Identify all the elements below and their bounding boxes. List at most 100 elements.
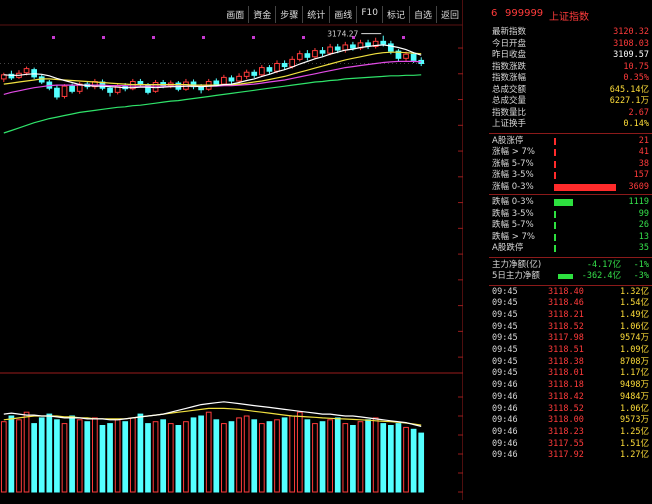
trade-time: 09:45 xyxy=(492,333,518,344)
flow-row-0: 主力净额(亿) -1% -4.17亿 xyxy=(492,260,649,271)
volume-bar xyxy=(46,413,53,493)
volume-bar xyxy=(76,419,83,493)
quote-row-2-value: 3109.57 xyxy=(613,50,649,60)
trade-row: 09:46 3118.23 1.25亿 xyxy=(492,427,649,438)
trade-time: 09:45 xyxy=(492,286,518,297)
quote-row-6-label: 总成交量 xyxy=(492,96,527,106)
trade-volume: 9484万 xyxy=(620,391,649,402)
trade-volume: 8708万 xyxy=(620,356,649,367)
marker-dot xyxy=(152,36,155,39)
volume-bar xyxy=(23,411,30,493)
candle-body xyxy=(281,62,288,68)
trade-price: 3117.92 xyxy=(548,450,584,461)
breadth-bar xyxy=(554,183,616,191)
divider xyxy=(489,194,652,195)
chart-canvas[interactable]: 3150310030503000295029002850280027502700… xyxy=(0,0,488,500)
quote-row-7-label: 指数量比 xyxy=(492,107,527,118)
kline-chart[interactable]: 3150310030503000295029002850280027502700… xyxy=(0,0,488,500)
toolbar-button-1[interactable]: 資金 xyxy=(248,6,275,23)
trade-row: 09:45 3118.38 8708万 xyxy=(492,357,649,368)
breadth-bar xyxy=(554,172,556,179)
toolbar-button-3[interactable]: 统计 xyxy=(302,6,329,23)
breadth-row-6-label: 跌幅 3-5% xyxy=(492,208,534,219)
trade-row: 09:46 3117.92 1.27亿 xyxy=(492,450,649,461)
candle-body xyxy=(236,75,242,82)
candle-body xyxy=(152,82,159,92)
trade-volume: 1.49亿 xyxy=(620,309,649,320)
toolbar-button-6[interactable]: 标记 xyxy=(381,6,409,23)
volume-bar xyxy=(289,415,296,493)
volume-bar xyxy=(16,419,22,493)
volume-bar xyxy=(296,411,303,493)
trade-row: 09:46 3117.55 1.51亿 xyxy=(492,439,649,450)
volume-bar xyxy=(31,423,38,493)
breadth-row-9-value: 35 xyxy=(638,243,649,253)
candle-body xyxy=(350,44,356,49)
volume-bar xyxy=(92,417,98,493)
trade-time: 09:45 xyxy=(492,321,518,332)
trade-time: 09:46 xyxy=(492,450,518,461)
trade-price: 3118.21 xyxy=(548,309,584,320)
volume-bar xyxy=(274,419,280,493)
trade-volume: 1.54亿 xyxy=(620,298,649,309)
header-code: 999999 xyxy=(505,8,544,19)
candle-body xyxy=(387,43,394,52)
breadth-row-4: 涨幅 0-3% 3609 xyxy=(492,182,649,193)
marker-dot xyxy=(302,36,305,39)
divider xyxy=(489,284,652,286)
quote-row-4-value: 0.35% xyxy=(623,73,649,83)
volume-bar xyxy=(129,417,136,493)
candle-body xyxy=(221,76,227,85)
trade-time: 09:46 xyxy=(492,380,518,391)
flow-row-0-value: -1% xyxy=(633,259,649,270)
breadth-row-8: 跌幅 > 7% 13 xyxy=(492,232,649,243)
toolbar-button-5[interactable]: F10 xyxy=(356,6,382,23)
ma-line-yellow xyxy=(3,51,422,86)
trade-row: 09:45 3118.40 1.32亿 xyxy=(492,287,649,298)
breadth-row-0-label: A股涨停 xyxy=(492,135,524,146)
quote-row-5-value: 645.14亿 xyxy=(609,84,649,95)
breadth-row-8-value: 13 xyxy=(638,231,649,242)
breadth-row-4-label: 涨幅 0-3% xyxy=(492,181,534,192)
quote-row-5-label: 总成交额 xyxy=(492,84,527,95)
toolbar-button-7[interactable]: 自选 xyxy=(408,6,436,23)
volume-bar xyxy=(160,419,167,493)
trade-time: 09:46 xyxy=(492,426,518,437)
volume-bar xyxy=(221,423,227,493)
quote-row-5: 总成交额 645.14亿 xyxy=(492,85,649,96)
volume-bar xyxy=(145,423,151,493)
trade-price: 3118.40 xyxy=(548,286,584,297)
trade-time: 09:46 xyxy=(492,438,518,449)
toolbar-button-0[interactable]: 画面 xyxy=(222,6,248,23)
volume-bar xyxy=(395,423,402,493)
volume-bar xyxy=(281,417,288,493)
trade-volume: 1.06亿 xyxy=(620,321,649,332)
volume-bar xyxy=(205,411,212,493)
quote-row-8-label: 上证换手 xyxy=(492,119,527,129)
breadth-bar xyxy=(554,137,556,145)
breadth-row-6: 跌幅 3-5% 99 xyxy=(492,209,649,220)
candle-body xyxy=(243,71,250,77)
breadth-row-9: A股跌停 35 xyxy=(492,243,649,254)
candle-body xyxy=(228,77,235,82)
volume-bar xyxy=(152,421,159,493)
trade-price: 3118.46 xyxy=(548,298,584,309)
volume-bar xyxy=(84,421,91,493)
toolbar-button-4[interactable]: 画线 xyxy=(329,6,356,23)
volume-bar xyxy=(61,423,68,493)
toolbar-button-8[interactable]: 返回 xyxy=(435,6,463,23)
volume-bar xyxy=(99,425,106,493)
volume-bar xyxy=(137,413,144,493)
volume-bar xyxy=(304,419,311,493)
trade-row: 09:45 3117.98 9574万 xyxy=(492,333,649,344)
candle-body xyxy=(312,50,318,58)
candle-body xyxy=(289,58,296,68)
candle-body xyxy=(107,87,113,93)
volume-bar xyxy=(114,419,121,493)
toolbar-button-2[interactable]: 步骤 xyxy=(275,6,302,23)
candle-body xyxy=(380,40,387,45)
volume-bar xyxy=(0,421,7,493)
quote-row-0: 最新指数 3120.32 xyxy=(492,27,649,38)
volume-bar xyxy=(258,423,265,493)
candle-body xyxy=(403,53,409,59)
